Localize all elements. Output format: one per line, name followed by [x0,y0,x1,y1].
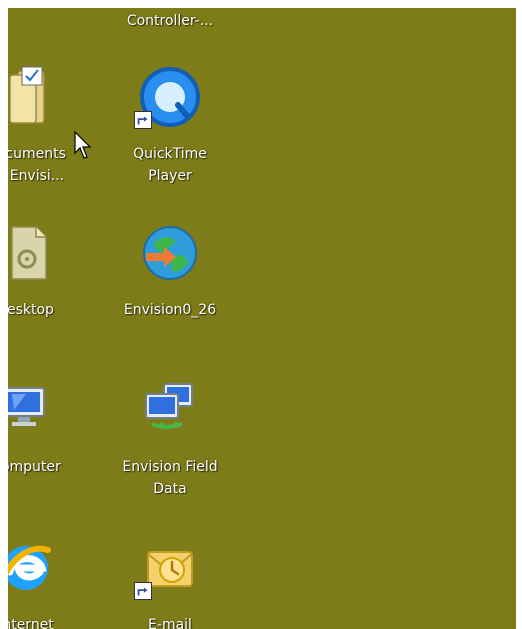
desktop-icon-label-line2: Data [153,481,187,497]
computer-icon [8,376,60,444]
network-icon [136,376,204,444]
email-icon [134,534,204,602]
desktop-icon-label: QuickTime Player [110,143,230,187]
quicktime-icon [134,63,204,131]
desktop-icon-label: Envision0_26 [123,302,217,318]
internet-explorer-icon [8,534,60,602]
desktop-icon-desktop-file[interactable]: desktop [8,213,86,321]
mouse-pointer-icon [74,130,92,159]
desktop-icon-label-line2: Player [148,168,192,184]
desktop-icon-label-line1: QuickTime [133,146,207,162]
desktop-background: Controller-... Documents on Envisi... [8,8,516,629]
desktop-icon-label: Computer [8,459,61,475]
desktop-file-icon [8,219,60,287]
desktop-icon-computer[interactable]: Computer [8,370,86,478]
desktop-icon-email[interactable]: E-mail [110,528,230,629]
shortcut-arrow-icon [134,582,152,600]
shortcut-arrow-icon [134,111,152,129]
globe-icon [136,219,204,287]
desktop-icon-label: desktop [8,302,54,318]
desktop-icon-envision-field-data[interactable]: Envision Field Data [110,370,230,497]
desktop-icon-envision026[interactable]: Envision0_26 [110,213,230,321]
desktop-icon-label-line1: Envision Field [122,459,218,475]
desktop-icon-label: Envision Field Data [110,456,230,500]
folder-documents-icon [8,63,60,131]
desktop-icon-label: Controller-... [126,13,214,29]
desktop-icon-quicktime[interactable]: QuickTime Player [110,57,230,184]
desktop-icon-label: Internet [8,617,54,629]
desktop-icon-label: E-mail [148,617,192,629]
desktop-icon-label-line2: on Envisi... [8,168,65,184]
desktop-icon-internet[interactable]: Internet [8,528,86,629]
